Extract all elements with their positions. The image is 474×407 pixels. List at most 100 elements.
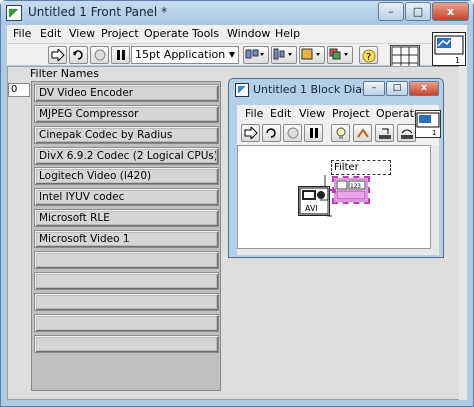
- highlight-execution-button[interactable]: [331, 124, 350, 142]
- window-title: Untitled 1 Front Panel *: [28, 5, 168, 19]
- menu-tools[interactable]: Tools: [192, 27, 219, 40]
- retain-wire-values-icon: [357, 128, 369, 138]
- list-item-text: [37, 254, 216, 266]
- help-button[interactable]: ?: [359, 46, 378, 64]
- list-item[interactable]: [34, 293, 219, 311]
- align-objects-button[interactable]: [243, 46, 269, 64]
- minimize-button[interactable]: –: [378, 2, 404, 21]
- reorder-button[interactable]: [327, 46, 353, 64]
- list-item[interactable]: [34, 251, 219, 269]
- bd-connector-pane[interactable]: 1: [415, 110, 441, 138]
- svg-text:1: 1: [455, 56, 460, 65]
- vi-icon[interactable]: 1: [432, 32, 466, 66]
- pause-icon: [117, 50, 125, 60]
- labview-vi-icon[interactable]: [6, 5, 22, 21]
- menu-help[interactable]: Help: [275, 27, 300, 40]
- run-continuously-icon: [266, 128, 276, 138]
- reorder-icon: [329, 48, 348, 60]
- title-bar[interactable]: Untitled 1 Front Panel * – □ x: [1, 1, 473, 25]
- menu-window[interactable]: Window: [227, 27, 270, 40]
- bd-maximize-button[interactable]: □: [386, 81, 408, 96]
- distribute-objects-icon: [273, 48, 292, 60]
- list-item[interactable]: [34, 335, 219, 353]
- maximize-button[interactable]: □: [405, 2, 431, 21]
- bd-menu-edit[interactable]: Edit: [270, 107, 291, 120]
- bd-vertical-scrollbar[interactable]: [431, 145, 439, 249]
- front-panel-scrollbar[interactable]: [459, 66, 467, 400]
- chevron-down-icon: ▼: [228, 50, 235, 59]
- menu-view[interactable]: View: [69, 27, 95, 40]
- list-item[interactable]: Cinepak Codec by Radius: [34, 126, 219, 144]
- abort-stop-icon: [287, 127, 299, 139]
- menu-file[interactable]: File: [13, 27, 31, 40]
- lightbulb-icon: [336, 127, 346, 139]
- resize-objects-button[interactable]: [299, 46, 325, 64]
- bd-pause-button[interactable]: [304, 124, 323, 142]
- help-question-icon: ?: [362, 49, 376, 63]
- list-item[interactable]: MJPEG Compressor: [34, 105, 219, 123]
- bd-close-button[interactable]: x: [409, 81, 439, 96]
- list-item[interactable]: DV Video Encoder: [34, 84, 219, 102]
- menu-operate[interactable]: Operate: [144, 27, 189, 40]
- list-item[interactable]: Intel IYUV codec: [34, 188, 219, 206]
- list-item-text: MJPEG Compressor: [37, 108, 216, 120]
- close-button[interactable]: x: [432, 2, 469, 21]
- distribute-objects-button[interactable]: [271, 46, 297, 64]
- font-selector[interactable]: 15pt Application Font ▼: [131, 46, 239, 77]
- step-over-button[interactable]: [397, 124, 416, 142]
- pause-icon: [310, 128, 318, 138]
- svg-text:?: ?: [366, 52, 371, 63]
- wire-connection: [320, 175, 336, 217]
- vi-icon-graphic: 1: [434, 35, 464, 65]
- list-item-text: DV Video Encoder: [37, 87, 216, 99]
- svg-text:1: 1: [432, 129, 436, 137]
- vi-icon-graphic: 1: [416, 112, 440, 137]
- block-diagram-icon: [235, 83, 249, 97]
- list-item-text: [37, 338, 216, 350]
- pause-button[interactable]: [111, 46, 130, 64]
- menu-edit[interactable]: Edit: [40, 27, 61, 40]
- list-item[interactable]: Logitech Video (I420): [34, 167, 219, 185]
- list-item-text: Intel IYUV codec: [37, 191, 216, 203]
- list-item-text: Microsoft Video 1: [37, 233, 216, 245]
- menu-project[interactable]: Project: [101, 27, 139, 40]
- list-item[interactable]: Microsoft RLE: [34, 209, 219, 227]
- run-button[interactable]: [48, 46, 67, 64]
- step-into-icon: [379, 128, 391, 139]
- bd-menu-file[interactable]: File: [245, 107, 263, 120]
- list-item-text: Logitech Video (I420): [37, 170, 216, 182]
- list-item-text: [37, 296, 216, 308]
- resize-objects-icon: [301, 48, 320, 60]
- list-item[interactable]: [34, 272, 219, 290]
- list-item-text: Cinepak Codec by Radius: [37, 129, 216, 141]
- bd-menu-view[interactable]: View: [299, 107, 325, 120]
- bd-menu-bar: File Edit View Project Operate: [237, 105, 439, 122]
- retain-wire-values-button[interactable]: [353, 124, 372, 142]
- bd-menu-project[interactable]: Project: [332, 107, 370, 120]
- list-item[interactable]: [34, 314, 219, 332]
- menu-bar: File Edit View Project Operate Tools Win…: [7, 25, 467, 43]
- bd-minimize-button[interactable]: –: [363, 81, 385, 96]
- run-continuously-button[interactable]: [69, 46, 88, 64]
- list-item[interactable]: DivX 6.9.2 Codec (2 Logical CPUs): [34, 147, 219, 165]
- list-item-text: Microsoft RLE: [37, 212, 216, 224]
- run-arrow-icon: [244, 127, 258, 139]
- align-objects-icon: [245, 49, 264, 59]
- bd-run-continuously-button[interactable]: [262, 124, 281, 142]
- list-item-text: [37, 275, 216, 287]
- run-arrow-icon: [51, 49, 65, 61]
- list-item-text: DivX 6.9.2 Codec (2 Logical CPUs): [37, 150, 216, 162]
- bd-horizontal-scrollbar[interactable]: [237, 249, 439, 255]
- list-item-text: [37, 317, 216, 329]
- list-item[interactable]: Microsoft Video 1: [34, 230, 219, 248]
- array-index-display[interactable]: 0: [8, 83, 30, 97]
- bd-run-button[interactable]: [241, 124, 260, 142]
- block-diagram-title: Untitled 1 Block Diag...: [253, 83, 380, 96]
- run-continuously-icon: [73, 50, 83, 60]
- bd-abort-button[interactable]: [283, 124, 302, 142]
- step-into-button[interactable]: [375, 124, 394, 142]
- step-over-icon: [401, 129, 413, 139]
- abort-stop-icon: [94, 49, 106, 61]
- abort-button[interactable]: [90, 46, 109, 64]
- filter-names-label: Filter Names: [30, 67, 99, 80]
